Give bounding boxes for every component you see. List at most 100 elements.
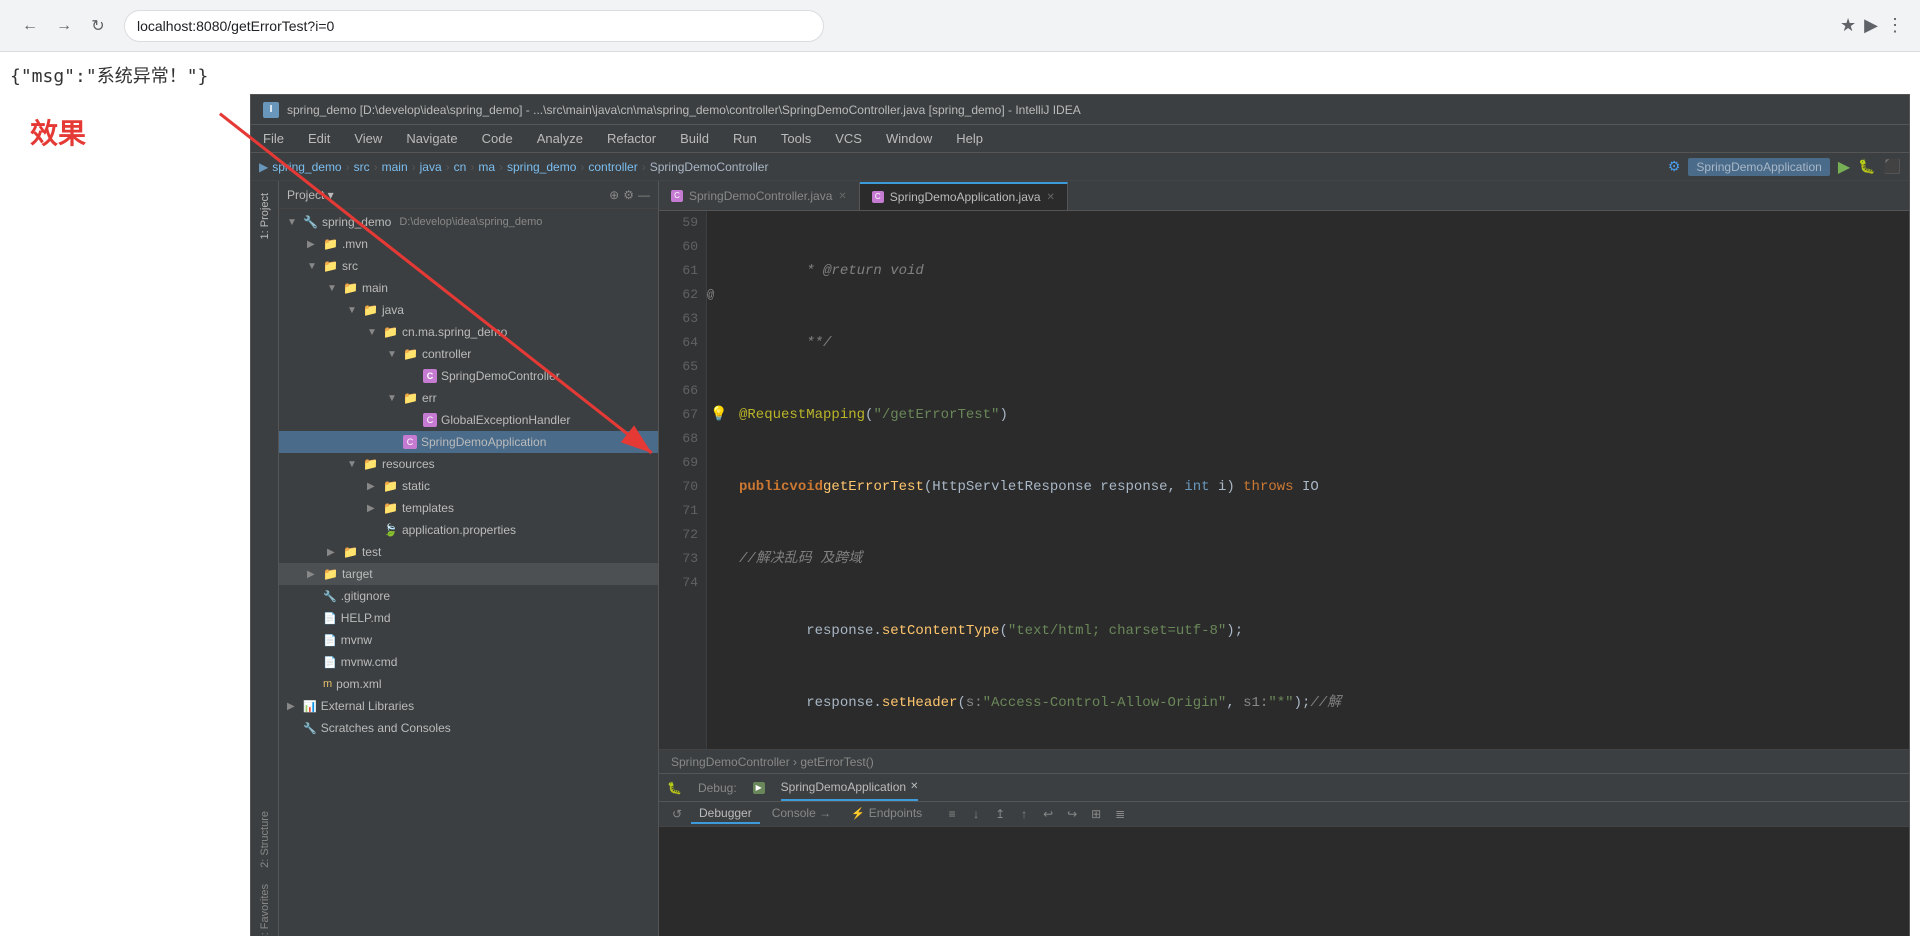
- browser-actions: ★ ▶ ⋮: [1840, 15, 1904, 36]
- console-label: Console →: [772, 806, 831, 820]
- forward-button[interactable]: →: [50, 12, 78, 40]
- ide-title: spring_demo [D:\develop\idea\spring_demo…: [287, 103, 1081, 117]
- panel-collapse-icon[interactable]: —: [638, 188, 650, 202]
- menu-run[interactable]: Run: [729, 131, 761, 146]
- ide-icon: I: [263, 102, 279, 118]
- menu-analyze[interactable]: Analyze: [533, 131, 587, 146]
- tab-spring-demo-controller[interactable]: C SpringDemoController.java ✕: [659, 182, 860, 210]
- tree-item-mvnw[interactable]: 📄 mvnw: [279, 629, 658, 651]
- browser-chrome: ← → ↻ localhost:8080/getErrorTest?i=0 ★ …: [0, 0, 1920, 52]
- tree-item-target[interactable]: ▶ 📁 target: [279, 563, 658, 585]
- refresh-button[interactable]: ↻: [84, 12, 112, 40]
- status-breadcrumb: SpringDemoController › getErrorTest(): [659, 749, 1909, 773]
- menu-icon[interactable]: ⋮: [1886, 15, 1904, 36]
- code-line-61: @RequestMapping("/getErrorTest"): [739, 403, 1901, 427]
- frames-btn[interactable]: ⊞: [1086, 804, 1106, 824]
- step-over-btn[interactable]: ≡: [942, 804, 962, 824]
- tree-item-test[interactable]: ▶ 📁 test: [279, 541, 658, 563]
- bookmark-icon[interactable]: ★: [1840, 15, 1856, 36]
- code-editor: 59 60 61 62 63 64 65 66 67 68 69 70 71 7…: [659, 211, 1909, 749]
- tree-item-mvn[interactable]: ▶ 📁 .mvn: [279, 233, 658, 255]
- menu-edit[interactable]: Edit: [304, 131, 334, 146]
- tree-item-src[interactable]: ▼ 📁 src: [279, 255, 658, 277]
- tree-item-app-props[interactable]: 🍃 application.properties: [279, 519, 658, 541]
- run-config-dropdown-icon[interactable]: ⚙: [1668, 158, 1681, 175]
- tree-item-java[interactable]: ▼ 📁 java: [279, 299, 658, 321]
- menu-vcs[interactable]: VCS: [831, 131, 866, 146]
- bottom-tab-app[interactable]: SpringDemoApplication ✕: [781, 774, 919, 801]
- debug-button[interactable]: 🐛: [1858, 158, 1875, 175]
- address-bar[interactable]: localhost:8080/getErrorTest?i=0: [124, 10, 824, 42]
- tree-item-static[interactable]: ▶ 📁 static: [279, 475, 658, 497]
- menu-code[interactable]: Code: [478, 131, 517, 146]
- tree-item-helpmd[interactable]: 📄 HELP.md: [279, 607, 658, 629]
- step-into-btn[interactable]: ↓: [966, 804, 986, 824]
- file-tree[interactable]: ▼ 🔧 spring_demo D:\develop\idea\spring_d…: [279, 209, 658, 936]
- menu-build[interactable]: Build: [676, 131, 713, 146]
- mute-btn[interactable]: ↩: [1038, 804, 1058, 824]
- menu-navigate[interactable]: Navigate: [402, 131, 461, 146]
- tab-close-app[interactable]: ✕: [1047, 192, 1055, 203]
- debugger-label: Debugger: [699, 806, 752, 820]
- tab-label-app: SpringDemoApplication.java: [890, 190, 1041, 204]
- alt-step-btn[interactable]: ↪: [1062, 804, 1082, 824]
- editor-tabs: C SpringDemoController.java ✕ C SpringDe…: [659, 181, 1909, 211]
- tree-item-pomxml[interactable]: m pom.xml: [279, 673, 658, 695]
- ide-window: I spring_demo [D:\develop\idea\spring_de…: [250, 94, 1910, 936]
- menu-refactor[interactable]: Refactor: [603, 131, 660, 146]
- side-tab-project[interactable]: 1: Project: [255, 185, 275, 247]
- tree-item-global-exception[interactable]: C GlobalExceptionHandler: [279, 409, 658, 431]
- tree-item-gitignore[interactable]: 🔧 .gitignore: [279, 585, 658, 607]
- endpoints-tab[interactable]: ⚡ Endpoints: [843, 804, 930, 824]
- tree-item-external-libs[interactable]: ▶ 📊 External Libraries: [279, 695, 658, 717]
- effect-label: 效果: [30, 112, 86, 152]
- panel-settings-icon[interactable]: ⚙: [623, 188, 634, 202]
- step-out-btn[interactable]: ↥: [990, 804, 1010, 824]
- tree-item-controller[interactable]: ▼ 📁 controller: [279, 343, 658, 365]
- bc-java: java: [420, 160, 442, 174]
- refresh-debug-btn[interactable]: ↺: [667, 804, 687, 824]
- ide-titlebar: I spring_demo [D:\develop\idea\spring_de…: [251, 95, 1909, 125]
- menu-window[interactable]: Window: [882, 131, 936, 146]
- tab-spring-demo-app[interactable]: C SpringDemoApplication.java ✕: [860, 182, 1068, 210]
- ide-menubar: File Edit View Navigate Code Analyze Ref…: [251, 125, 1909, 153]
- tree-item-scratches[interactable]: 🔧 Scratches and Consoles: [279, 717, 658, 739]
- breadcrumb-icon: ▶: [259, 160, 268, 174]
- code-content[interactable]: * @return void **/ @RequestMapping("/get…: [731, 211, 1909, 749]
- bc-class: SpringDemoController: [650, 160, 769, 174]
- gutter-icons: @ 💡: [707, 211, 731, 749]
- variables-btn[interactable]: ≣: [1110, 804, 1130, 824]
- menu-help[interactable]: Help: [952, 131, 987, 146]
- code-line-65: response.setHeader(s: "Access-Control-Al…: [739, 691, 1901, 715]
- tree-item-spring-demo-controller[interactable]: C SpringDemoController: [279, 365, 658, 387]
- menu-file[interactable]: File: [259, 131, 288, 146]
- panel-sync-icon[interactable]: ⊕: [609, 188, 619, 202]
- run-button[interactable]: ▶: [1838, 157, 1850, 177]
- tab-close-controller[interactable]: ✕: [838, 191, 846, 202]
- menu-view[interactable]: View: [350, 131, 386, 146]
- status-breadcrumb-text: SpringDemoController › getErrorTest(): [671, 755, 874, 769]
- debug-icon: 🐛: [667, 781, 682, 795]
- stop-button[interactable]: ⬛: [1884, 158, 1901, 175]
- profile-icon[interactable]: ▶: [1864, 15, 1878, 36]
- tab-label-controller: SpringDemoController.java: [689, 189, 832, 203]
- run-config-label[interactable]: SpringDemoApplication: [1688, 158, 1829, 176]
- tree-item-mvnwcmd[interactable]: 📄 mvnw.cmd: [279, 651, 658, 673]
- menu-tools[interactable]: Tools: [777, 131, 815, 146]
- side-tab-favorites[interactable]: 4: Favorites: [255, 876, 275, 936]
- tree-item-templates[interactable]: ▶ 📁 templates: [279, 497, 658, 519]
- resume-btn[interactable]: ↑: [1014, 804, 1034, 824]
- tree-item-resources[interactable]: ▼ 📁 resources: [279, 453, 658, 475]
- debugger-tab[interactable]: Debugger: [691, 804, 760, 824]
- console-tab[interactable]: Console →: [764, 804, 839, 824]
- tree-item-main[interactable]: ▼ 📁 main: [279, 277, 658, 299]
- app-tab-close[interactable]: ✕: [910, 781, 918, 792]
- tree-item-cn-ma[interactable]: ▼ 📁 cn.ma.spring_demo: [279, 321, 658, 343]
- back-button[interactable]: ←: [16, 12, 44, 40]
- tree-item-err[interactable]: ▼ 📁 err: [279, 387, 658, 409]
- tree-item-root[interactable]: ▼ 🔧 spring_demo D:\develop\idea\spring_d…: [279, 211, 658, 233]
- editor-area: C SpringDemoController.java ✕ C SpringDe…: [659, 181, 1909, 936]
- side-tab-structure[interactable]: 2: Structure: [255, 803, 275, 876]
- tree-item-spring-demo-app[interactable]: C SpringDemoApplication: [279, 431, 658, 453]
- code-line-63: //解决乱码 及跨域: [739, 547, 1901, 571]
